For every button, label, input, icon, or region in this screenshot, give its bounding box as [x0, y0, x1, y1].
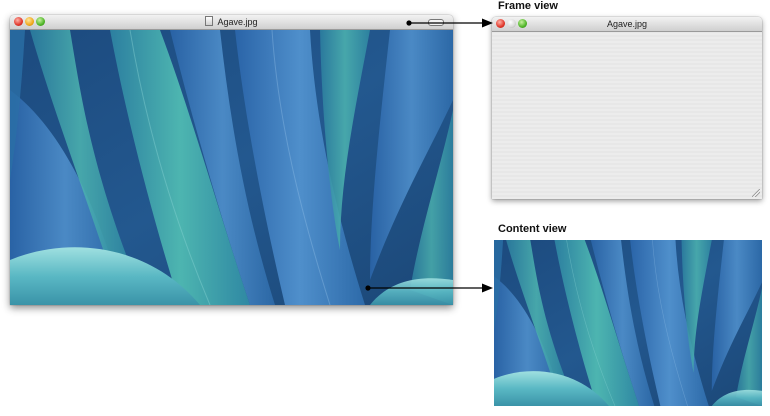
- frame-title-bar: Agave.jpg: [492, 17, 762, 32]
- toolbar-toggle-icon[interactable]: [428, 19, 444, 26]
- frame-view-label: Frame view: [498, 0, 558, 12]
- frame-window-title: Agave.jpg: [606, 19, 648, 29]
- resize-grip-icon: [752, 189, 760, 197]
- content-view-label: Content view: [498, 223, 567, 235]
- image-content: [10, 30, 453, 305]
- window-title: Agave.jpg: [10, 16, 453, 28]
- content-view-image: [494, 240, 762, 406]
- title-bar[interactable]: Agave.jpg: [10, 15, 453, 30]
- main-window: Agave.jpg: [10, 15, 453, 305]
- agave-image: [10, 30, 453, 305]
- document-proxy-icon[interactable]: [205, 16, 214, 26]
- agave-image-crop: [494, 240, 762, 406]
- frame-view-window: Agave.jpg: [492, 17, 762, 199]
- window-title-text: Agave.jpg: [217, 17, 258, 27]
